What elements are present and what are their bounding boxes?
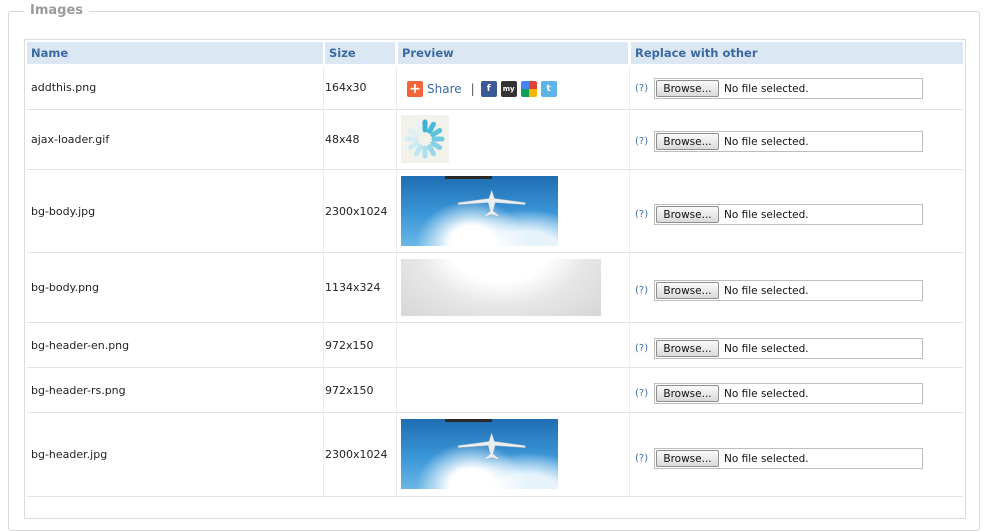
file-name: bg-body.png <box>31 281 100 294</box>
google-icon <box>520 81 537 97</box>
browse-button[interactable]: Browse... <box>656 133 719 150</box>
file-input[interactable]: Browse... No file selected. <box>654 280 923 301</box>
share-label: Share <box>427 82 462 96</box>
file-status: No file selected. <box>724 82 809 95</box>
file-size: 164x30 <box>325 81 367 94</box>
twitter-icon: t <box>540 81 557 97</box>
facebook-icon: f <box>480 81 497 97</box>
browse-button[interactable]: Browse... <box>656 206 719 223</box>
table-row: bg-header-en.png 972x150 (?) Browse... N… <box>27 323 963 368</box>
addthis-preview: + Share | f my t <box>407 81 561 97</box>
browse-button[interactable]: Browse... <box>656 385 719 402</box>
airplane-image <box>458 432 526 460</box>
file-name: bg-header.jpg <box>31 448 108 461</box>
browse-button[interactable]: Browse... <box>656 80 719 97</box>
file-input[interactable]: Browse... No file selected. <box>654 131 923 152</box>
share-separator: | <box>470 82 475 96</box>
column-header-name: Name <box>27 42 323 64</box>
file-size: 1134x324 <box>325 281 381 294</box>
help-link[interactable]: (?) <box>635 209 648 220</box>
file-status: No file selected. <box>724 342 809 355</box>
help-link[interactable]: (?) <box>635 83 648 94</box>
help-link[interactable]: (?) <box>635 343 648 354</box>
table-header: Name Size Preview Replace with other <box>27 42 963 64</box>
file-input[interactable]: Browse... No file selected. <box>654 78 923 99</box>
table-row: bg-header.jpg 2300x1024 (?) Browse... No… <box>27 413 963 497</box>
table-row: ajax-loader.gif 48x48 (?) Browse... No f… <box>27 110 963 170</box>
file-name: bg-header-en.png <box>31 338 130 352</box>
file-status: No file selected. <box>724 208 809 221</box>
browse-button[interactable]: Browse... <box>656 450 719 467</box>
myspace-icon: my <box>500 81 517 97</box>
file-input[interactable]: Browse... No file selected. <box>654 448 923 469</box>
file-name: addthis.png <box>31 81 97 94</box>
images-table: Name Size Preview Replace with other add… <box>24 39 966 519</box>
column-header-preview: Preview <box>398 42 628 64</box>
plus-icon: + <box>407 81 423 97</box>
file-name: bg-header-rs.png <box>31 383 126 397</box>
table-row: addthis.png 164x30 + Share | f my t (?) … <box>27 66 963 110</box>
file-status: No file selected. <box>724 452 809 465</box>
table-row: bg-body.png 1134x324 (?) Browse... No fi… <box>27 253 963 323</box>
file-input[interactable]: Browse... No file selected. <box>654 338 923 359</box>
file-status: No file selected. <box>724 135 809 148</box>
help-link[interactable]: (?) <box>635 285 648 296</box>
file-size: 2300x1024 <box>325 448 388 461</box>
file-status: No file selected. <box>724 387 809 400</box>
bg-body-jpg-preview <box>401 176 558 246</box>
column-header-replace: Replace with other <box>631 42 963 64</box>
file-name: bg-body.jpg <box>31 204 96 218</box>
file-size: 972x150 <box>325 338 374 352</box>
file-input[interactable]: Browse... No file selected. <box>654 383 923 404</box>
loader-spinner <box>405 119 445 159</box>
file-name: ajax-loader.gif <box>31 133 110 146</box>
browse-button[interactable]: Browse... <box>656 282 719 299</box>
file-input[interactable]: Browse... No file selected. <box>654 204 923 225</box>
browse-button[interactable]: Browse... <box>656 340 719 357</box>
airplane-image <box>458 189 526 217</box>
file-size: 972x150 <box>325 383 374 397</box>
file-status: No file selected. <box>724 284 809 297</box>
help-link[interactable]: (?) <box>635 136 648 147</box>
file-size: 2300x1024 <box>325 204 388 218</box>
ajax-loader-preview <box>401 115 449 163</box>
section-legend: Images <box>24 3 90 18</box>
help-link[interactable]: (?) <box>635 388 648 399</box>
bg-body-png-preview <box>401 259 601 316</box>
table-row: bg-header-rs.png 972x150 (?) Browse... N… <box>27 368 963 413</box>
file-size: 48x48 <box>325 133 360 146</box>
column-header-size: Size <box>325 42 395 64</box>
bg-header-jpg-preview <box>401 419 558 489</box>
table-row: bg-body.jpg 2300x1024 (?) Browse... No f… <box>27 170 963 253</box>
help-link[interactable]: (?) <box>635 453 648 464</box>
